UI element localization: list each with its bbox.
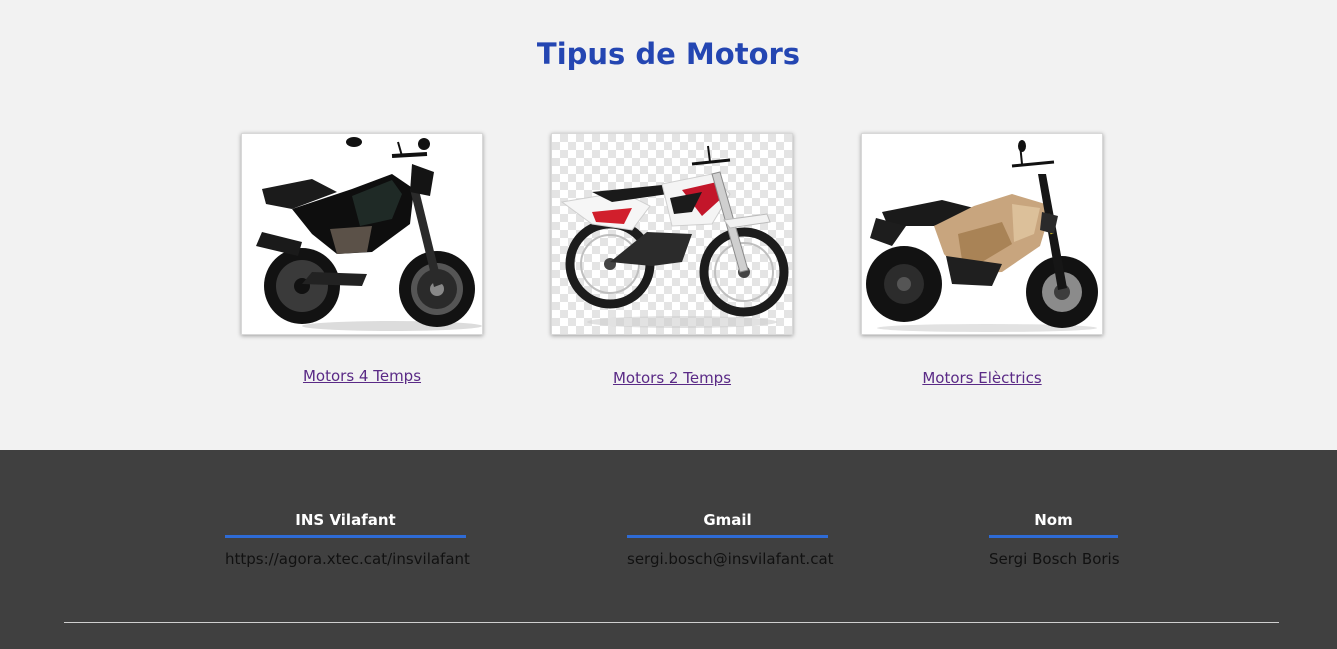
electric-motorcycle-icon [862,134,1102,334]
footer-heading: Nom [989,510,1118,538]
footer-col-gmail: Gmail sergi.bosch@insvilafant.cat [627,510,834,568]
footer-value: Sergi Bosch Boris [989,550,1120,568]
footer-col-nom: Nom Sergi Bosch Boris [989,510,1120,568]
footer-value: https://agora.xtec.cat/insvilafant [225,550,470,568]
page-title: Tipus de Motors [536,37,801,71]
link-motors-2-temps[interactable]: Motors 2 Temps [551,369,793,387]
card-motors-2-temps: Motors 2 Temps [551,133,793,387]
footer-divider [64,622,1279,623]
footer-heading: Gmail [627,510,828,538]
link-motors-4-temps[interactable]: Motors 4 Temps [241,367,483,385]
footer-col-ins-vilafant: INS Vilafant https://agora.xtec.cat/insv… [225,510,470,568]
footer-heading: INS Vilafant [225,510,466,538]
site-footer: INS Vilafant https://agora.xtec.cat/insv… [0,450,1337,649]
motorcycle-4-temps-image[interactable] [241,133,483,335]
link-motors-electrics[interactable]: Motors Elèctrics [861,369,1103,387]
card-motors-4-temps: Motors 4 Temps [241,133,483,385]
motorcycle-electrics-image[interactable] [861,133,1103,335]
dirt-bike-icon [560,145,789,328]
card-motors-electrics: Motors Elèctrics [861,133,1103,387]
footer-value: sergi.bosch@insvilafant.cat [627,550,834,568]
motorcycle-icon [242,134,482,334]
motorcycle-2-temps-image[interactable] [551,133,793,335]
